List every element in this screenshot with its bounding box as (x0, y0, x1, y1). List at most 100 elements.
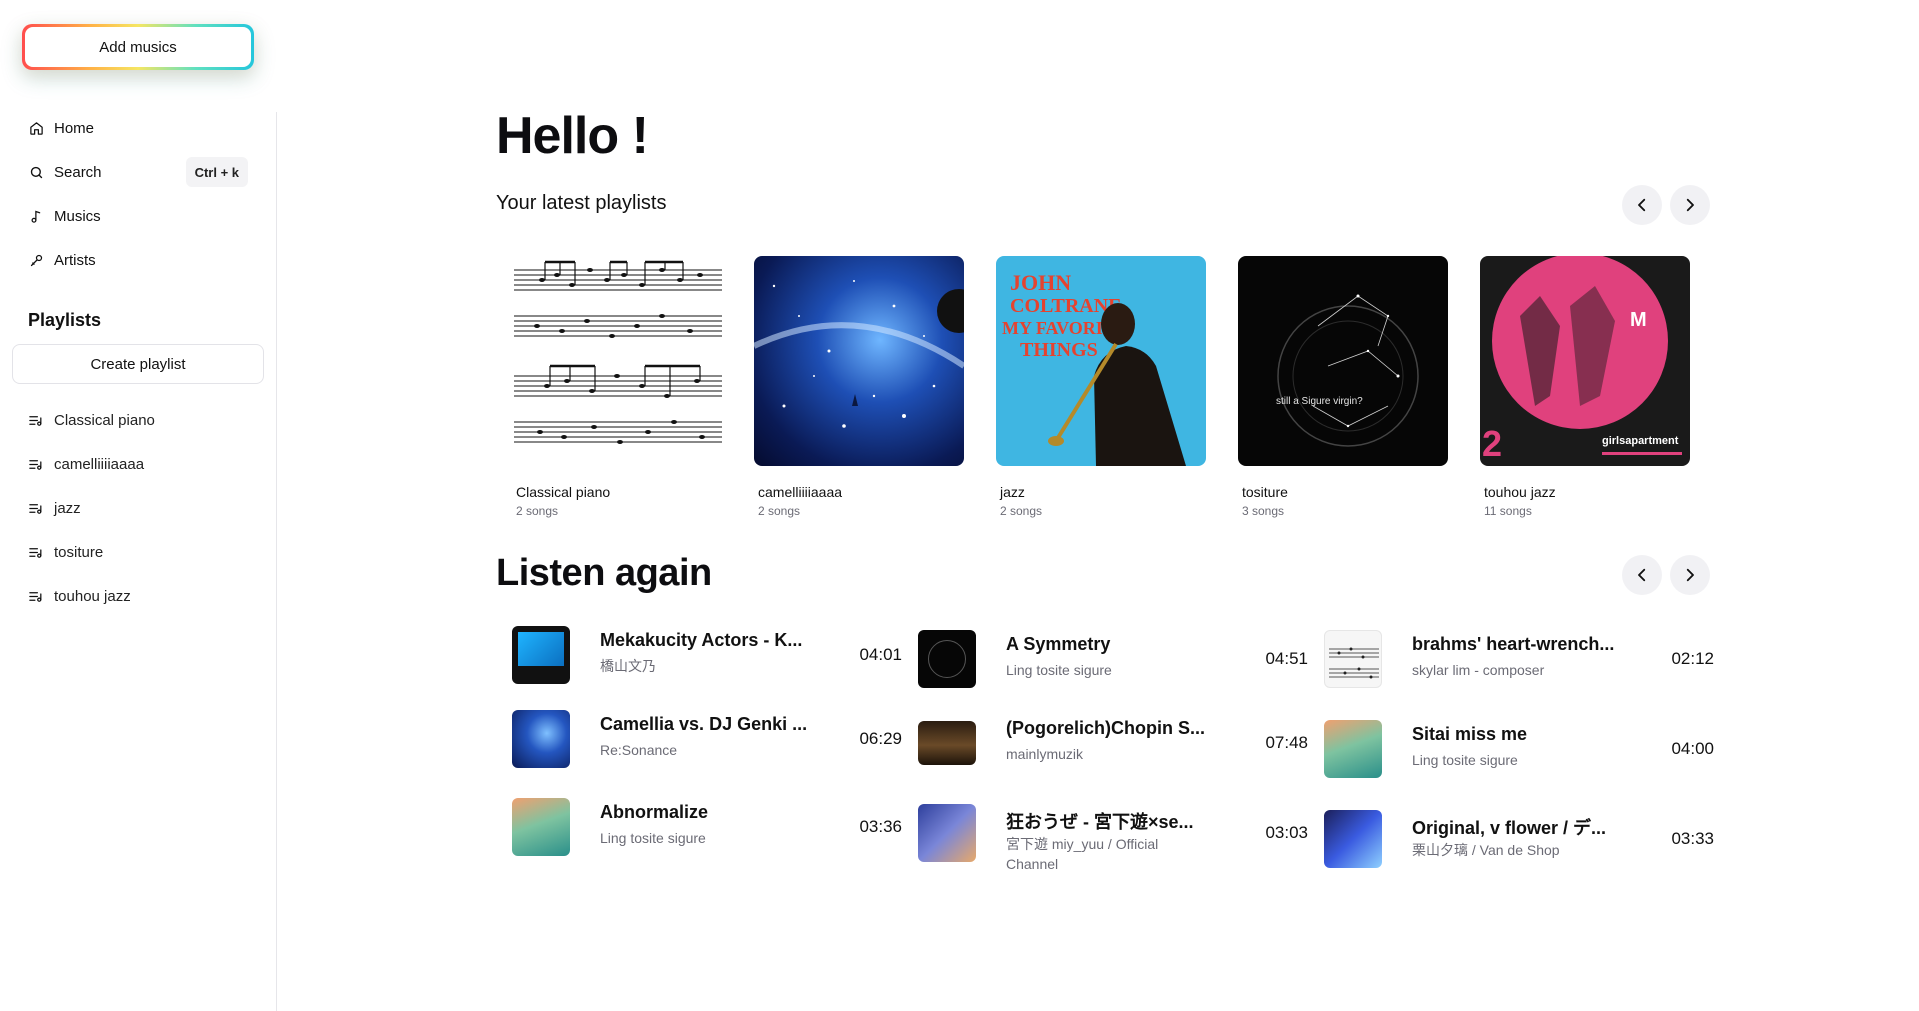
song-row[interactable]: (Pogorelich)Chopin S... mainlymuzik 07:4… (918, 710, 1308, 776)
song-row[interactable]: Sitai miss me Ling tosite sigure 04:00 (1324, 716, 1714, 782)
playlist-label: camelliiiiaaaa (54, 455, 145, 473)
song-duration: 03:36 (859, 817, 902, 836)
song-artist: Ling tosite sigure (1412, 752, 1518, 768)
playlist-cover (754, 256, 964, 466)
playlists-heading: Playlists (28, 310, 102, 330)
listen-again-heading: Listen again (496, 552, 712, 594)
sidebar-playlist-item[interactable]: Classical piano (12, 398, 252, 442)
playlist-card[interactable]: M 2 girlsapartment touhou jazz 11 songs (1480, 256, 1690, 518)
song-duration: 04:00 (1671, 739, 1714, 758)
playlist-card-count: 3 songs (1242, 504, 1285, 518)
song-row[interactable]: 狂おうぜ - 宮下遊×se... 宮下遊 miy_yuu / Official … (918, 800, 1308, 872)
nav-item-label: Home (54, 119, 95, 137)
playlist-card-name: touhou jazz (1484, 484, 1556, 500)
song-row[interactable]: Camellia vs. DJ Genki ... Re:Sonance 06:… (512, 706, 902, 772)
song-duration: 03:33 (1671, 829, 1714, 848)
playlist-cover: JOHN COLTRANE MY FAVORITE THINGS (996, 256, 1206, 466)
playlist-label: touhou jazz (54, 587, 131, 605)
song-row[interactable]: brahms' heart-wrench... skylar lim - com… (1324, 626, 1714, 692)
playlist-card[interactable]: JOHN COLTRANE MY FAVORITE THINGS jazz 2 … (996, 256, 1206, 518)
playlist-card-name: camelliiiiaaaa (758, 484, 843, 500)
song-artist: 栗山夕璃 / Van de Shop (1412, 842, 1560, 858)
song-artist: Ling tosite sigure (600, 830, 706, 846)
song-row[interactable]: Mekakucity Actors - K... 橋山文乃 04:01 (512, 622, 902, 688)
playlist-label: Classical piano (54, 411, 155, 429)
sidebar-playlist-item[interactable]: tositure (12, 530, 252, 574)
chevron-left-icon (1638, 568, 1646, 582)
song-artist: 宮下遊 miy_yuu / Official Channel (1006, 836, 1159, 872)
microphone-icon (28, 252, 44, 268)
song-row[interactable]: A Symmetry Ling tosite sigure 04:51 (918, 626, 1308, 692)
playlists-next-button[interactable] (1670, 185, 1710, 225)
playlist-list: Classical piano camelliiiiaaaa jazz tosi… (12, 398, 252, 618)
svg-text:THINGS: THINGS (1020, 339, 1098, 361)
nav-item-search[interactable]: Search Ctrl + k (12, 150, 252, 194)
song-row[interactable]: Abnormalize Ling tosite sigure 03:36 (512, 794, 902, 860)
playlist-icon (28, 588, 44, 604)
main-nav: Home Search Ctrl + k Musics Artists (12, 106, 252, 282)
playlist-card[interactable]: Classical piano 2 songs (512, 256, 722, 518)
nav-item-home[interactable]: Home (12, 106, 252, 150)
song-thumbnail (1324, 630, 1382, 688)
playlist-card-count: 2 songs (1000, 504, 1043, 518)
song-title: Camellia vs. DJ Genki ... (600, 714, 808, 734)
album-cover-text: still a Sigure virgin? (1276, 396, 1363, 407)
song-duration: 04:51 (1265, 649, 1308, 668)
album-cover-text: girlsapartment (1602, 435, 1679, 447)
create-playlist-button[interactable]: Create playlist (12, 344, 264, 384)
sidebar-divider (276, 112, 277, 1011)
song-title: A Symmetry (1006, 634, 1111, 654)
listen-again-next-button[interactable] (1670, 555, 1710, 595)
playlists-prev-button[interactable] (1622, 185, 1662, 225)
song-duration: 03:03 (1265, 823, 1308, 842)
song-thumbnail (918, 721, 976, 765)
song-thumbnail (918, 630, 976, 688)
song-title: Sitai miss me (1412, 724, 1528, 744)
song-thumbnail (1324, 720, 1382, 778)
nav-item-label: Artists (54, 251, 96, 269)
playlist-cover (512, 256, 722, 466)
song-artist: Re:Sonance (600, 742, 678, 758)
song-duration: 02:12 (1671, 649, 1714, 668)
playlist-cover: still a Sigure virgin? (1238, 256, 1448, 466)
sidebar: Add musics Home Search Ctrl + k Musics A… (0, 0, 276, 1011)
sidebar-playlist-item[interactable]: camelliiiiaaaa (12, 442, 252, 486)
playlist-card[interactable]: still a Sigure virgin? tositure 3 songs (1238, 256, 1448, 518)
song-duration: 07:48 (1265, 733, 1308, 752)
song-title: 狂おうぜ - 宮下遊×se... (1006, 812, 1194, 832)
song-title: Abnormalize (600, 802, 709, 822)
latest-playlists-carousel: Classical piano 2 songs camelliiiiaaaa 2… (512, 256, 1712, 526)
search-icon (28, 164, 44, 180)
home-icon (28, 120, 44, 136)
chevron-left-icon (1638, 198, 1646, 212)
song-thumbnail (918, 804, 976, 862)
sidebar-playlist-item[interactable]: jazz (12, 486, 252, 530)
playlist-icon (28, 412, 44, 428)
song-artist: 橋山文乃 (600, 658, 656, 674)
album-cover-text: JOHN (1010, 270, 1071, 295)
song-duration: 06:29 (859, 729, 902, 748)
song-row[interactable]: Original, v flower / デ... 栗山夕璃 / Van de … (1324, 806, 1714, 872)
playlist-label: jazz (54, 499, 81, 517)
nav-item-musics[interactable]: Musics (12, 194, 252, 238)
playlist-icon (28, 500, 44, 516)
add-musics-button-frame: Add musics (22, 24, 254, 70)
song-title: Original, v flower / デ... (1412, 818, 1607, 838)
playlist-icon (28, 544, 44, 560)
playlist-card-count: 11 songs (1484, 504, 1532, 518)
playlist-card[interactable]: camelliiiiaaaa 2 songs (754, 256, 964, 518)
playlist-cover: M 2 girlsapartment (1480, 256, 1690, 466)
song-title: Mekakucity Actors - K... (600, 630, 803, 650)
song-thumbnail (512, 710, 570, 768)
latest-playlists-heading: Your latest playlists (496, 192, 667, 214)
sidebar-playlist-item[interactable]: touhou jazz (12, 574, 252, 618)
chevron-right-icon (1686, 568, 1694, 582)
song-artist: skylar lim - composer (1412, 662, 1545, 678)
nav-item-artists[interactable]: Artists (12, 238, 252, 282)
add-musics-button[interactable]: Add musics (25, 27, 251, 67)
playlist-card-name: Classical piano (516, 484, 611, 500)
song-artist: Ling tosite sigure (1006, 662, 1112, 678)
listen-again-prev-button[interactable] (1622, 555, 1662, 595)
song-thumbnail (512, 626, 570, 684)
nav-item-label: Search (54, 163, 102, 181)
